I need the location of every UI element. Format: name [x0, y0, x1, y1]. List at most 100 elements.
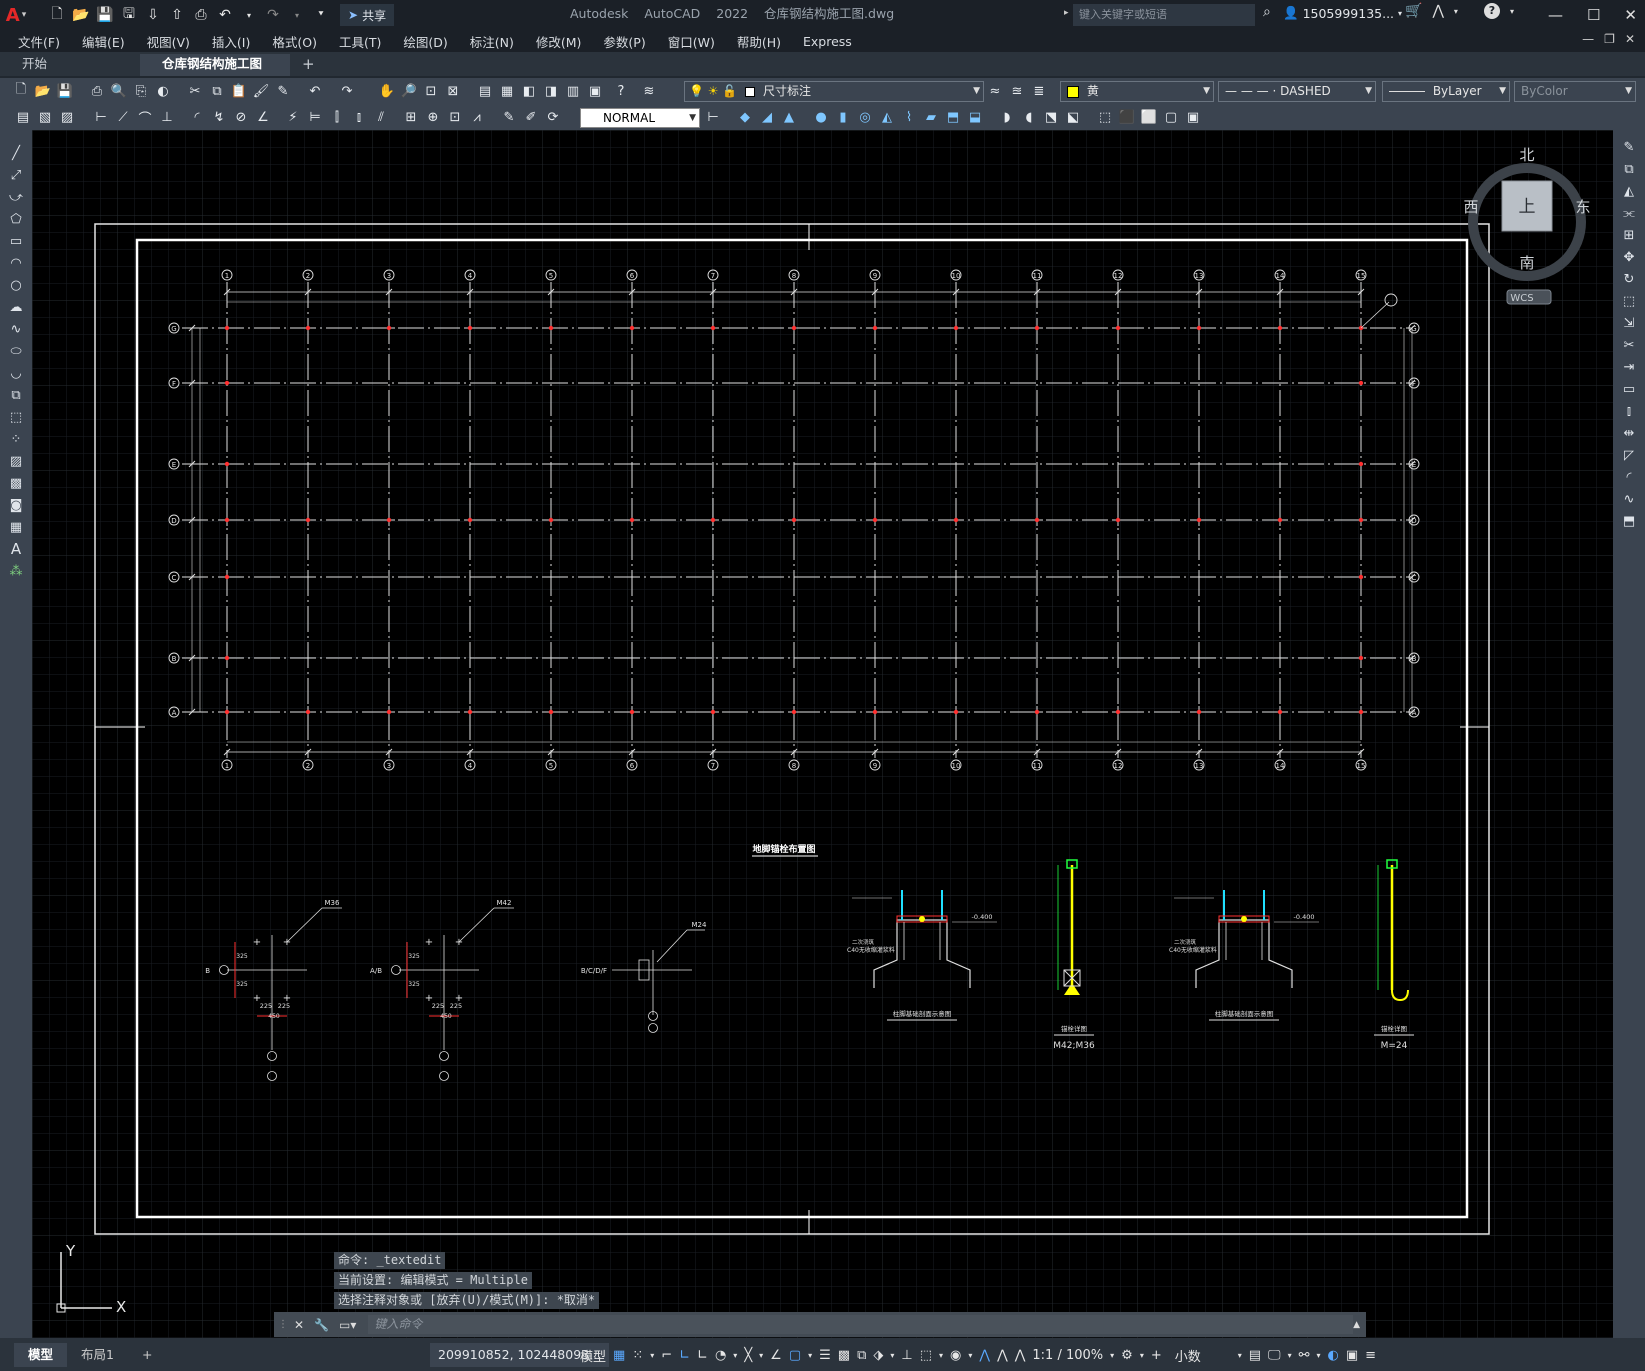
planar-surface-icon[interactable]: ▰: [922, 108, 940, 126]
plotstyle-dropdown[interactable]: ByColor ▼: [1514, 81, 1636, 102]
mtext-icon[interactable]: A: [7, 540, 25, 558]
isodraft-icon[interactable]: ╳: [744, 1348, 752, 1363]
tool-palettes-icon[interactable]: ◧: [520, 82, 538, 100]
region-icon[interactable]: ◙: [7, 496, 25, 514]
3d-print-icon[interactable]: ◐: [154, 82, 172, 100]
hatch-icon[interactable]: ▨: [7, 452, 25, 470]
tolerance-icon[interactable]: ⊞: [402, 108, 420, 126]
selection-cycling-icon[interactable]: ⧉: [857, 1348, 866, 1363]
workspace-gear-icon[interactable]: ⚙: [1121, 1348, 1133, 1363]
add-layout-button[interactable]: +: [128, 1343, 166, 1367]
save-web-icon[interactable]: ⇧: [166, 4, 188, 26]
tab-model[interactable]: 模型: [14, 1342, 68, 1367]
snap-icon[interactable]: ⁙: [632, 1348, 643, 1363]
doc-restore-icon[interactable]: ❐: [1604, 32, 1615, 46]
box-icon[interactable]: ◆: [736, 108, 754, 126]
publish-icon[interactable]: ⎘: [132, 82, 150, 100]
thicken-icon[interactable]: ▣: [1184, 108, 1202, 126]
join-icon[interactable]: ⇹: [1620, 424, 1638, 442]
explode-icon[interactable]: ⬒: [1620, 512, 1638, 530]
close-cmdline-icon[interactable]: ✕: [294, 1318, 304, 1332]
dim-radius-icon[interactable]: ◜: [188, 108, 206, 126]
scale-icon[interactable]: ⬚: [1620, 292, 1638, 310]
dim-continue-icon[interactable]: ⫿: [328, 108, 346, 126]
object-snap-icon[interactable]: ▢: [789, 1348, 801, 1363]
help-tb-icon[interactable]: ?: [612, 82, 630, 100]
cut-icon[interactable]: ✂: [186, 82, 204, 100]
filter-dropdown-icon[interactable]: ▾: [939, 1351, 943, 1360]
object-snap-tracking-icon[interactable]: ∠: [770, 1348, 782, 1363]
zoom-window-icon[interactable]: ⊡: [422, 82, 440, 100]
layer-tool-icon[interactable]: ▤: [14, 108, 32, 126]
color-dropdown[interactable]: 黄 ▼: [1060, 81, 1214, 102]
loft-icon[interactable]: ⬔: [1042, 108, 1060, 126]
markup-icon[interactable]: ▥: [564, 82, 582, 100]
line-icon[interactable]: ╱: [7, 144, 25, 162]
text-style-dropdown[interactable]: NORMAL ▼: [580, 108, 700, 128]
annotation-monitor-icon[interactable]: +: [1151, 1348, 1162, 1363]
move-icon[interactable]: ✥: [1620, 248, 1638, 266]
search-icon[interactable]: ⌕: [1263, 4, 1271, 20]
polygon-icon[interactable]: ⬠: [7, 210, 25, 228]
pyramid-icon[interactable]: ◭: [878, 108, 896, 126]
ellipse-icon[interactable]: ⬭: [7, 342, 25, 360]
grid-icon[interactable]: ▦: [613, 1348, 625, 1363]
revolve-icon[interactable]: ◖: [1020, 108, 1038, 126]
plot-preview-icon[interactable]: 🔍: [110, 82, 128, 100]
compass-west[interactable]: 西: [1463, 198, 1478, 216]
infer-icon[interactable]: ⌐: [661, 1348, 672, 1363]
ortho-icon[interactable]: ∟: [679, 1348, 690, 1363]
polar-icon[interactable]: ◔: [715, 1348, 726, 1363]
design-center-icon[interactable]: ▦: [498, 82, 516, 100]
make-block-icon[interactable]: ⬚: [7, 408, 25, 426]
intersect-icon[interactable]: ⬛: [1118, 108, 1136, 126]
customize-cmdline-icon[interactable]: 🔧: [314, 1318, 329, 1332]
customization-icon[interactable]: ≡: [1365, 1348, 1376, 1363]
union-icon[interactable]: ⬕: [1064, 108, 1082, 126]
extend-icon[interactable]: ⇥: [1620, 358, 1638, 376]
grip-handle[interactable]: ⋮: [278, 1319, 288, 1330]
stretch-icon[interactable]: ⇲: [1620, 314, 1638, 332]
copy-icon[interactable]: ⧉: [208, 82, 226, 100]
insert-block-icon[interactable]: ⧉: [7, 386, 25, 404]
menu-view[interactable]: 视图(V): [147, 32, 190, 51]
calculator-icon[interactable]: ▣: [586, 82, 604, 100]
properties-icon[interactable]: ▤: [476, 82, 494, 100]
units-value[interactable]: 小数: [1175, 1346, 1231, 1365]
autodesk-app-icon[interactable]: ⋀: [1432, 3, 1443, 19]
block-editor-icon[interactable]: ✎: [274, 82, 292, 100]
dim-update-icon[interactable]: ⟳: [544, 108, 562, 126]
open-icon[interactable]: 📂: [34, 82, 52, 100]
wedge-icon[interactable]: ◢: [758, 108, 776, 126]
layer-properties-icon[interactable]: ≋: [640, 82, 658, 100]
annotation-scale-icon[interactable]: ⋀: [1015, 1348, 1026, 1363]
menu-tools[interactable]: 工具(T): [339, 32, 381, 51]
undo-dropdown-icon[interactable]: ▾: [238, 4, 260, 26]
undo-tb-icon[interactable]: ↶: [306, 82, 324, 100]
zoom-previous-icon[interactable]: ⊠: [444, 82, 462, 100]
menu-help[interactable]: 帮助(H): [737, 32, 781, 51]
tab-start[interactable]: 开始: [0, 54, 140, 76]
dim-diameter-icon[interactable]: ⊘: [232, 108, 250, 126]
help-icon[interactable]: ?: [1483, 3, 1500, 19]
menu-parametric[interactable]: 参数(P): [603, 32, 645, 51]
polar-dropdown-icon[interactable]: ▾: [733, 1351, 737, 1360]
layer-off-icon[interactable]: ▨: [58, 108, 76, 126]
rotate-icon[interactable]: ↻: [1620, 270, 1638, 288]
chamfer-icon[interactable]: ◸: [1620, 446, 1638, 464]
graphics-performance-icon[interactable]: ◐: [1328, 1348, 1339, 1363]
compass-north[interactable]: 北: [1519, 146, 1534, 164]
open-web-icon[interactable]: ⇩: [142, 4, 164, 26]
break-at-point-icon[interactable]: ▭: [1620, 380, 1638, 398]
blend-icon[interactable]: ∿: [1620, 490, 1638, 508]
presspull-icon[interactable]: ⬓: [966, 108, 984, 126]
new-icon[interactable]: 🗋: [12, 82, 30, 100]
dim-edit-icon[interactable]: ✎: [500, 108, 518, 126]
menu-draw[interactable]: 绘图(D): [403, 32, 447, 51]
compass-south[interactable]: 南: [1519, 254, 1534, 272]
tab-drawing[interactable]: 仓库钢结构施工图*✕: [140, 54, 290, 91]
add-selected-icon[interactable]: ⁂: [7, 562, 25, 580]
erase-icon[interactable]: ✎: [1620, 138, 1638, 156]
new-file-icon[interactable]: 🗋: [46, 4, 68, 26]
workspace-dropdown-icon[interactable]: ▾: [1140, 1351, 1144, 1360]
